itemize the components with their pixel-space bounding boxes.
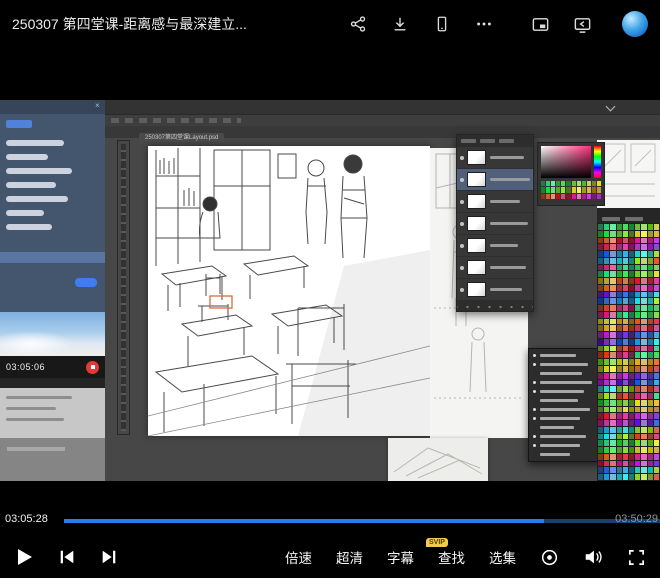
- video-frame: 03:05:06 250307第四堂课Layout.psd: [0, 100, 660, 481]
- settings-panel: [0, 388, 105, 438]
- previous-icon[interactable]: [58, 548, 76, 566]
- episodes-button[interactable]: 选集: [489, 547, 516, 567]
- video-stage[interactable]: 03:05:06 250307第四堂课Layout.psd: [0, 48, 660, 510]
- photoshop-tabbar: 250307第四堂课Layout.psd: [105, 126, 660, 138]
- meeting-titlebar: [0, 100, 105, 114]
- send-button[interactable]: [75, 278, 97, 287]
- next-icon[interactable]: [100, 548, 118, 566]
- download-icon[interactable]: [390, 14, 410, 34]
- current-time: 03:05:28: [5, 513, 48, 525]
- video-player-app: 250307 第四堂课-距离感与最深建立...: [0, 0, 660, 578]
- photoshop-menubar: [105, 115, 660, 126]
- svip-badge: SVIP: [426, 538, 448, 547]
- chat-messages: [0, 132, 105, 230]
- circle-dot-icon[interactable]: [540, 548, 559, 567]
- subtitle-button[interactable]: 字幕: [387, 547, 414, 567]
- context-menu[interactable]: [528, 348, 601, 462]
- classroom-sketch: [148, 146, 430, 436]
- document-tab[interactable]: 250307第四堂课Layout.psd: [139, 133, 224, 142]
- layers-panel-footer[interactable]: [457, 300, 533, 311]
- controls-bar: 倍速 超清 字幕 SVIP 查找 选集: [0, 536, 660, 578]
- color-picker-panel: [537, 142, 605, 206]
- volume-icon[interactable]: [583, 547, 603, 567]
- secondary-controls: 倍速 超清 字幕 SVIP 查找 选集: [285, 547, 646, 567]
- share-icon[interactable]: [348, 14, 368, 34]
- sky-thumbnail: [0, 312, 105, 356]
- top-bar: 250307 第四堂课-距离感与最深建立...: [0, 0, 660, 48]
- progress-row: 03:05:28 03:50:29: [0, 512, 660, 528]
- avatar[interactable]: [622, 11, 648, 37]
- reference-thumbnails: [597, 140, 660, 208]
- photoshop-titlebar: [105, 100, 660, 115]
- fullscreen-icon[interactable]: [627, 548, 646, 567]
- recording-time: 03:05:06: [6, 362, 45, 372]
- progress-bar[interactable]: [64, 519, 660, 523]
- cast-screen-icon[interactable]: [572, 14, 592, 34]
- playback-controls: [14, 547, 118, 567]
- palette-header: [597, 208, 660, 224]
- canvas[interactable]: [148, 146, 430, 436]
- chat-banner: [0, 252, 105, 263]
- palette-grid[interactable]: [597, 223, 660, 481]
- layers-panel-header: [457, 135, 533, 147]
- saturation-square[interactable]: [541, 146, 591, 178]
- taskbar-area: [0, 438, 105, 481]
- layers-panel: [456, 134, 534, 312]
- chat-tag: [6, 120, 32, 128]
- total-time: 03:50:29: [615, 513, 658, 525]
- photoshop-window: 250307第四堂课Layout.psd: [105, 100, 660, 481]
- search-button[interactable]: SVIP 查找: [438, 547, 465, 567]
- pip-icon[interactable]: [530, 14, 550, 34]
- photoshop-toolbar[interactable]: [117, 140, 130, 435]
- close-icon[interactable]: [95, 102, 102, 109]
- hue-strip[interactable]: [594, 146, 601, 178]
- more-icon[interactable]: [474, 14, 494, 34]
- top-bar-actions: [348, 11, 648, 37]
- speed-button[interactable]: 倍速: [285, 547, 312, 567]
- progress-fill: [64, 519, 544, 523]
- layers-list[interactable]: [457, 147, 533, 301]
- chevron-down-icon[interactable]: [606, 102, 616, 112]
- meeting-window: [0, 100, 105, 312]
- video-title: 250307 第四堂课-距离感与最深建立...: [12, 14, 247, 34]
- thumbnail-sketch: [388, 438, 488, 481]
- color-swatch-grid[interactable]: [541, 181, 601, 199]
- play-icon[interactable]: [14, 547, 34, 567]
- mobile-icon[interactable]: [432, 14, 452, 34]
- recording-substrip: [0, 378, 105, 388]
- record-stop-button[interactable]: [86, 361, 99, 374]
- recording-bar: 03:05:06: [0, 356, 105, 378]
- quality-button[interactable]: 超清: [336, 547, 363, 567]
